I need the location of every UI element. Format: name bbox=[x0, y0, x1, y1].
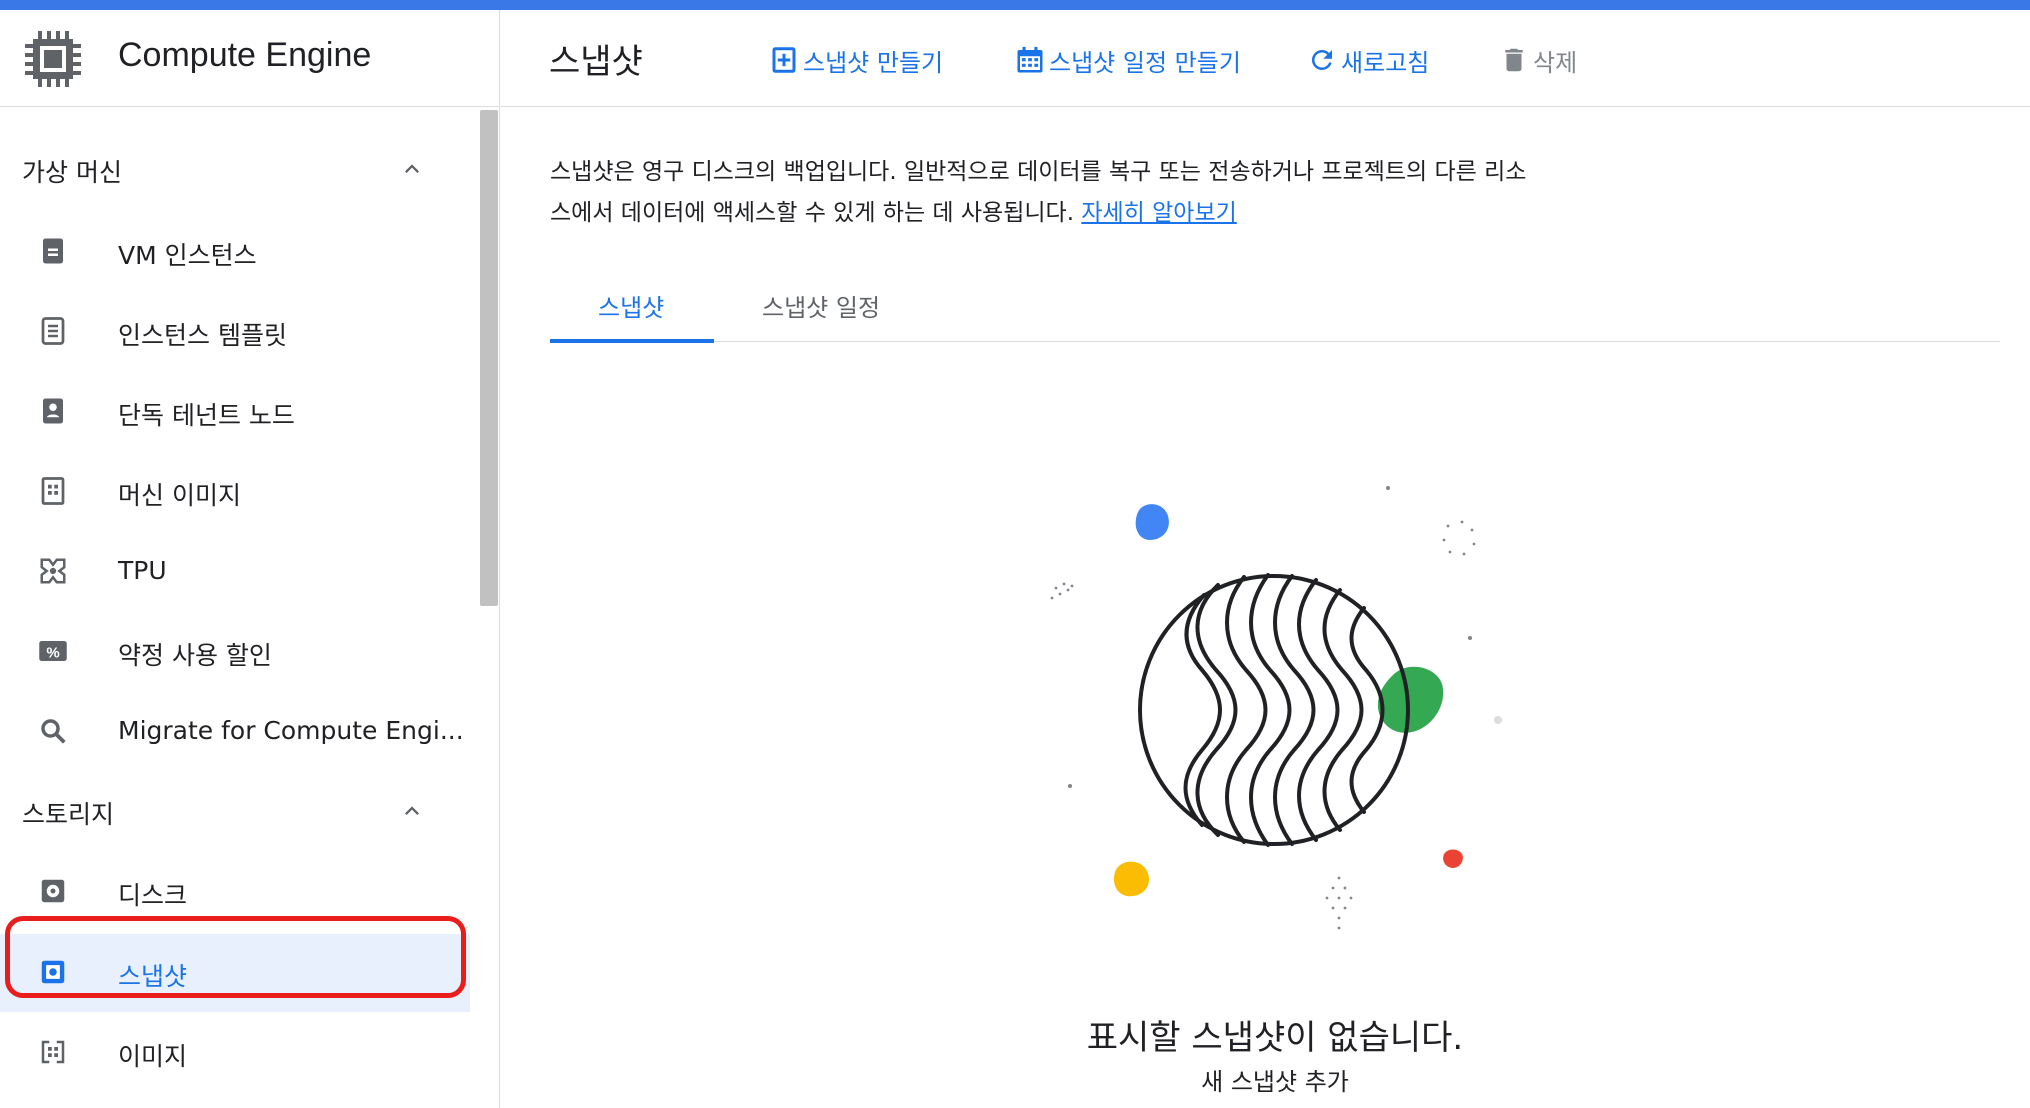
sidebar: Compute Engine 가상 머신 VM 인스턴스 인스턴스 템플릿 단독… bbox=[0, 10, 500, 1108]
page-description: 스냅샷은 영구 디스크의 백업입니다. 일반적으로 데이터를 복구 또는 전송하… bbox=[550, 152, 1610, 234]
section-virtual-machines[interactable]: 가상 머신 bbox=[0, 133, 470, 203]
active-tab-indicator bbox=[550, 339, 714, 343]
sidebar-item-label: TPU bbox=[118, 556, 167, 585]
tpu-icon bbox=[40, 558, 66, 584]
top-accent-bar bbox=[0, 0, 2030, 10]
section-label: 가상 머신 bbox=[22, 158, 122, 187]
sole-tenant-node-icon bbox=[43, 398, 63, 424]
sidebar-item-instance-templates[interactable]: 인스턴스 템플릿 bbox=[0, 293, 470, 371]
page-header: 스냅샷 스냅샷 만들기 스냅샷 일정 만들기 새로고침 삭제 bbox=[501, 10, 2030, 107]
sidebar-item-sole-tenant-nodes[interactable]: 단독 테넌트 노드 bbox=[0, 373, 470, 451]
sidebar-scrollbar[interactable] bbox=[480, 110, 498, 606]
description-text: 스에서 데이터에 액세스할 수 있게 하는 데 사용됩니다. bbox=[550, 200, 1075, 226]
snapshot-icon bbox=[41, 960, 65, 984]
create-snapshot-button[interactable]: 스냅샷 만들기 bbox=[769, 40, 943, 80]
tab-snapshots[interactable]: 스냅샷 bbox=[550, 270, 714, 343]
sidebar-item-label: 디스크 bbox=[118, 881, 188, 910]
compute-engine-chip-icon bbox=[25, 31, 81, 87]
tab-label: 스냅샷 일정 bbox=[762, 294, 881, 322]
tab-snapshot-schedules[interactable]: 스냅샷 일정 bbox=[714, 270, 914, 342]
trash-icon bbox=[1505, 48, 1523, 72]
sidebar-item-images[interactable]: 이미지 bbox=[0, 1014, 470, 1092]
instance-template-icon bbox=[41, 317, 65, 345]
machine-image-icon bbox=[41, 477, 65, 505]
description-line: 스냅샷은 영구 디스크의 백업입니다. 일반적으로 데이터를 복구 또는 전송하… bbox=[550, 159, 1527, 185]
sidebar-item-snapshots[interactable]: 스냅샷 bbox=[0, 934, 470, 1012]
sidebar-item-machine-images[interactable]: 머신 이미지 bbox=[0, 453, 470, 531]
sidebar-item-migrate[interactable]: Migrate for Compute Engi... bbox=[0, 693, 470, 771]
sidebar-item-tpu[interactable]: TPU bbox=[0, 533, 470, 611]
tab-label: 스냅샷 bbox=[598, 294, 665, 322]
section-label: 스토리지 bbox=[22, 800, 115, 829]
refresh-icon bbox=[1311, 49, 1332, 70]
sidebar-item-label: Migrate for Compute Engi... bbox=[118, 716, 464, 745]
refresh-button[interactable]: 새로고침 bbox=[1307, 40, 1429, 80]
create-snapshot-schedule-button[interactable]: 스냅샷 일정 만들기 bbox=[1015, 40, 1241, 80]
percent-icon: % bbox=[39, 641, 67, 661]
sidebar-item-label: 인스턴스 템플릿 bbox=[118, 321, 287, 350]
section-storage[interactable]: 스토리지 bbox=[0, 775, 470, 845]
page-title: 스냅샷 bbox=[549, 42, 643, 82]
sidebar-item-label: 머신 이미지 bbox=[118, 481, 241, 510]
tab-bar: 스냅샷 스냅샷 일정 bbox=[550, 270, 2000, 343]
sidebar-item-disks[interactable]: 디스크 bbox=[0, 853, 470, 931]
sidebar-item-committed-use-discounts[interactable]: % 약정 사용 할인 bbox=[0, 613, 470, 691]
learn-more-link[interactable]: 자세히 알아보기 bbox=[1081, 200, 1236, 226]
product-title: Compute Engine bbox=[118, 36, 372, 74]
image-icon bbox=[41, 1040, 65, 1064]
description-line-2: 스에서 데이터에 액세스할 수 있게 하는 데 사용됩니다. 자세히 알아보기 bbox=[550, 193, 1610, 234]
chevron-up-icon bbox=[405, 164, 419, 173]
sidebar-item-label: 단독 테넌트 노드 bbox=[118, 401, 295, 430]
product-brand[interactable]: Compute Engine bbox=[0, 10, 500, 107]
delete-button[interactable]: 삭제 bbox=[1499, 40, 1577, 80]
vm-instance-icon bbox=[43, 238, 63, 264]
sidebar-item-label: 스냅샷 bbox=[118, 962, 188, 991]
globe-illustration bbox=[1050, 486, 1502, 930]
empty-state-subtitle: 새 스냅샷 추가 bbox=[1201, 1068, 1349, 1096]
sidebar-item-label: VM 인스턴스 bbox=[118, 241, 257, 270]
chevron-up-icon bbox=[405, 806, 419, 815]
sidebar-item-label: 약정 사용 할인 bbox=[118, 641, 272, 670]
disk-icon bbox=[41, 879, 65, 903]
svg-text:%: % bbox=[46, 644, 59, 661]
search-icon bbox=[41, 719, 66, 744]
calendar-icon bbox=[1017, 46, 1043, 73]
empty-state-title: 표시할 스냅샷이 없습니다. bbox=[1086, 1018, 1464, 1058]
sidebar-item-label: 이미지 bbox=[118, 1042, 188, 1071]
sidebar-item-vm-instances[interactable]: VM 인스턴스 bbox=[0, 213, 470, 291]
add-box-icon bbox=[772, 47, 796, 73]
